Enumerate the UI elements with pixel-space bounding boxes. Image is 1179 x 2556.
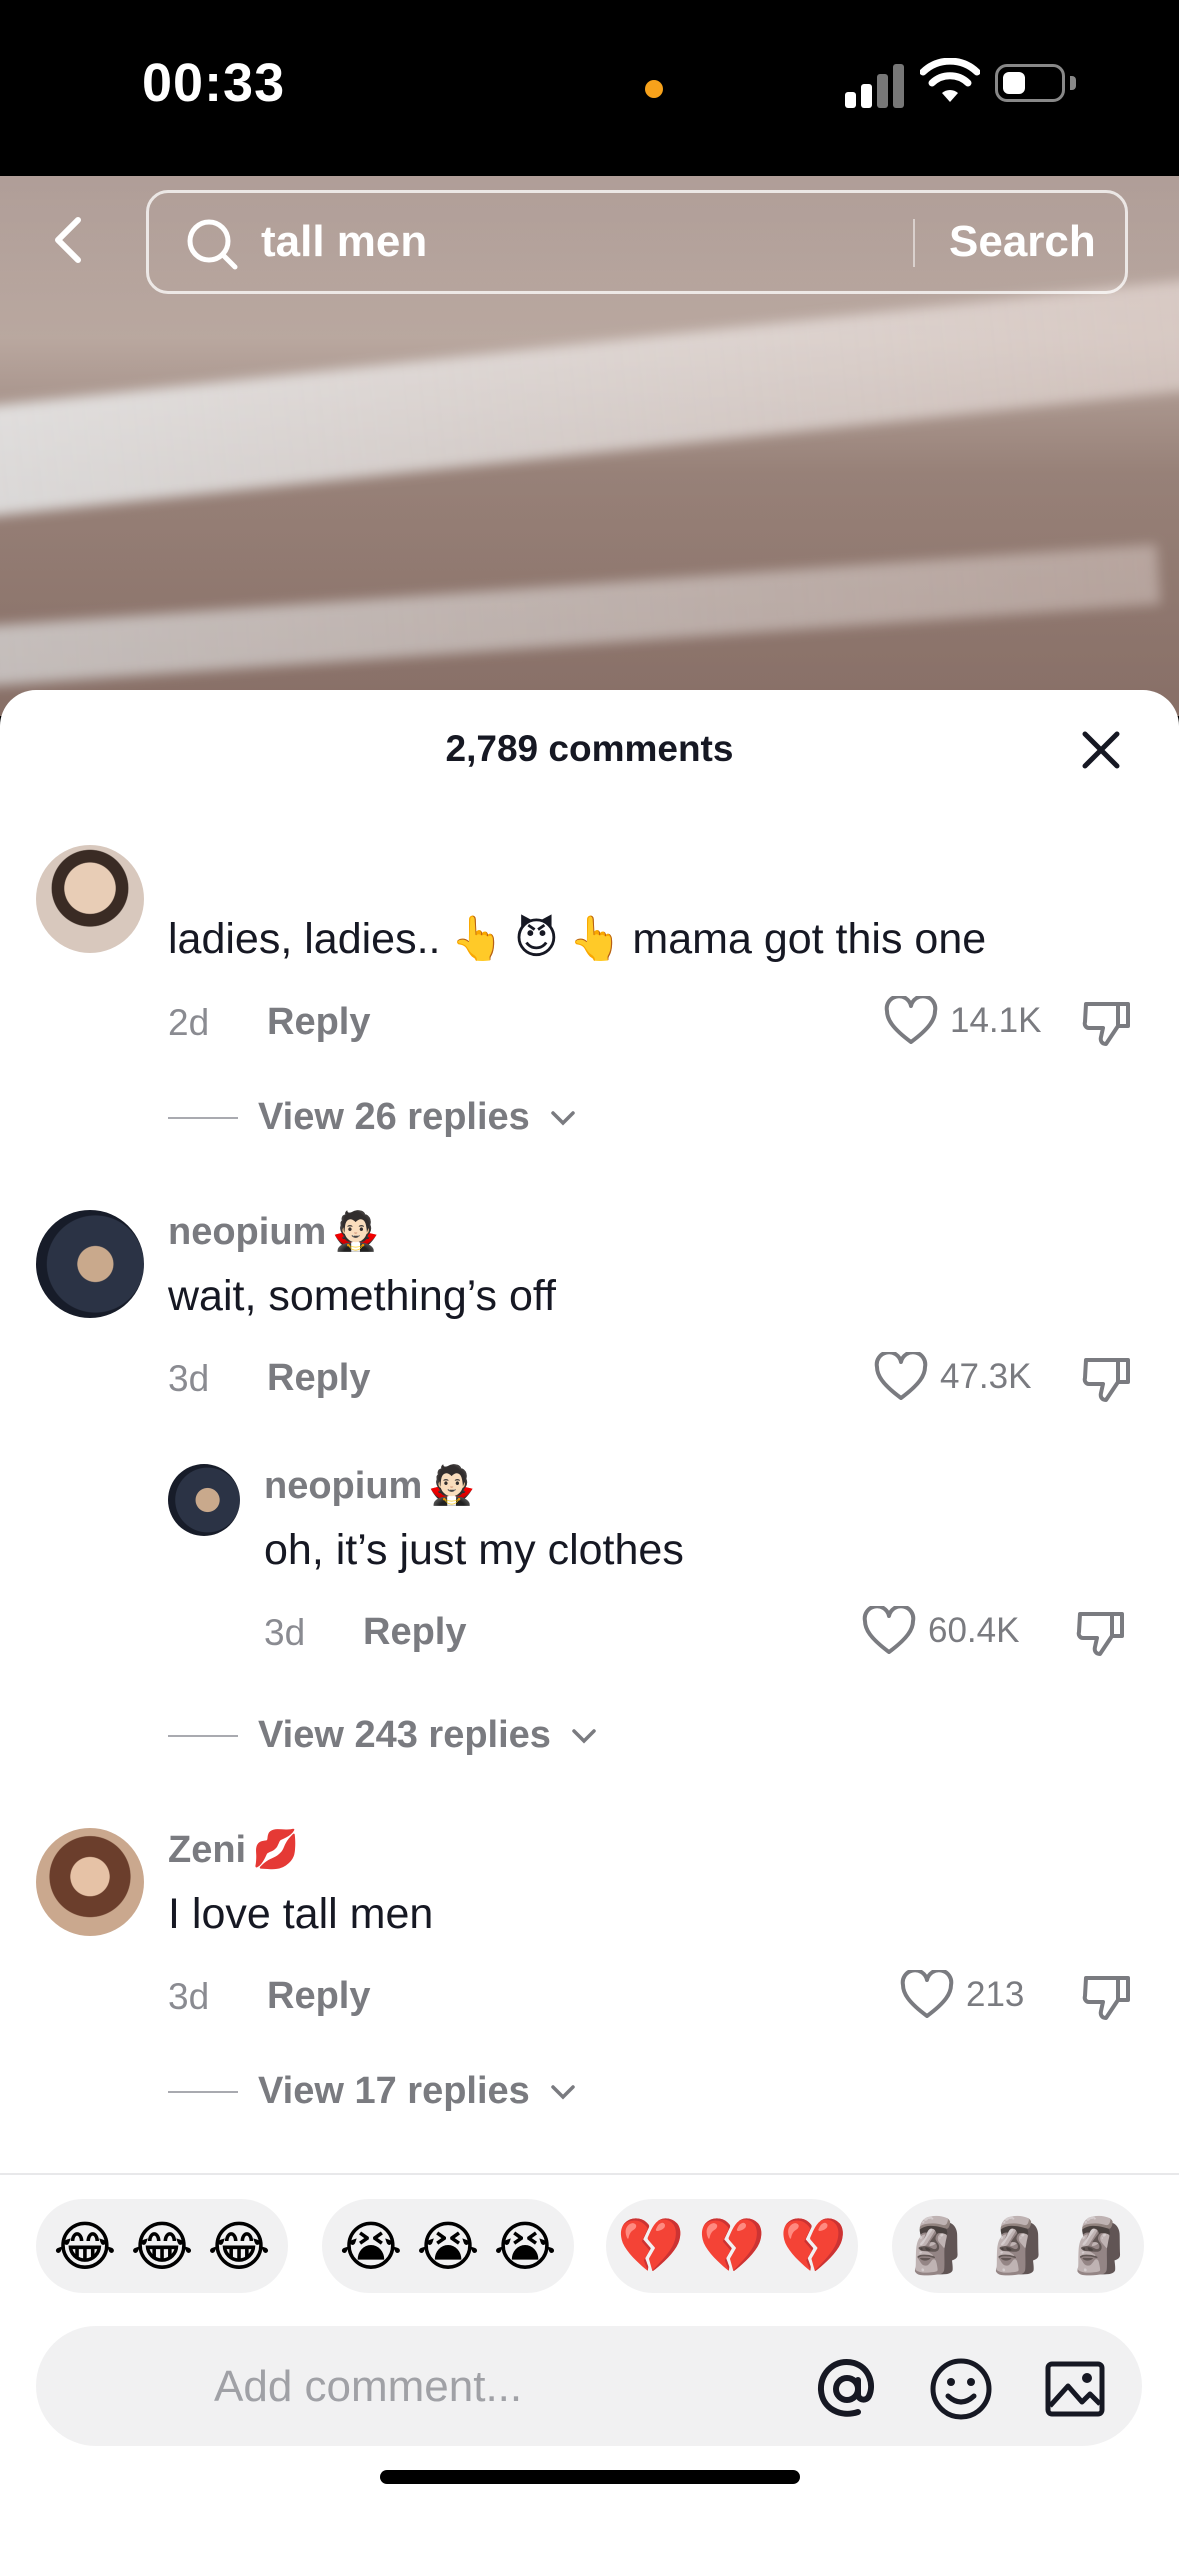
username-text: Zeni	[168, 1828, 247, 1871]
emoji: 🗿	[984, 2215, 1052, 2276]
comment-age: 3d	[168, 1976, 210, 2017]
like-button[interactable]: 14.1K	[884, 996, 1041, 1046]
comment-text: oh, it’s just my clothes	[264, 1526, 684, 1574]
status-time: 00:33	[142, 53, 286, 113]
search-divider	[913, 219, 915, 267]
emoji: 🗿	[903, 2215, 971, 2276]
search-button[interactable]: Search	[949, 217, 1096, 267]
avatar[interactable]	[36, 1210, 144, 1318]
comments-sheet: 2,789 comments ladies, ladies.. 👆 😈 👆 ma…	[0, 690, 1179, 2556]
cellular-signal-icon	[845, 64, 905, 108]
heart-icon	[862, 1606, 916, 1654]
avatar[interactable]	[36, 845, 144, 953]
comment-username[interactable]: neopium 🧛🏻	[264, 1464, 476, 1508]
chevron-down-icon	[572, 1728, 596, 1743]
close-icon[interactable]	[1077, 726, 1125, 774]
dislike-icon[interactable]	[1074, 1606, 1128, 1660]
dislike-icon[interactable]	[1080, 1970, 1134, 2024]
view-replies-label: View 243 replies	[258, 1714, 551, 1756]
wifi-icon	[920, 58, 980, 102]
at-icon[interactable]	[814, 2356, 880, 2422]
input-placeholder: Add comment...	[214, 2362, 523, 2411]
like-count: 47.3K	[940, 1357, 1032, 1396]
emoji: 🗿	[1065, 2215, 1133, 2276]
avatar[interactable]	[36, 1828, 144, 1936]
like-count: 213	[966, 1975, 1025, 2014]
username-text: neopium	[264, 1464, 423, 1507]
username-text: neopium	[168, 1210, 327, 1253]
like-count: 14.1K	[950, 1001, 1042, 1040]
view-replies-button[interactable]: View 243 replies	[168, 1714, 597, 1757]
battery-tip	[1070, 76, 1076, 90]
chevron-down-icon	[551, 2084, 575, 2099]
comment-emoji: 😈	[514, 915, 559, 963]
comment-text: I love tall men	[168, 1890, 434, 1938]
username-emoji: 🧛🏻	[332, 1211, 380, 1253]
emoji: 😂	[53, 2216, 117, 2277]
view-replies-button[interactable]: View 26 replies	[168, 1096, 576, 1139]
emoji: 😂	[207, 2216, 271, 2277]
heart-icon	[874, 1352, 928, 1400]
comment-emoji: 👆	[568, 915, 623, 963]
view-replies-label: View 17 replies	[258, 2070, 530, 2112]
reply-button[interactable]: Reply	[267, 1001, 370, 1044]
emoji: 💔	[698, 2215, 766, 2276]
username-emoji: 🧛🏻	[428, 1465, 476, 1507]
quick-emoji-broken-heart[interactable]: 💔 💔 💔	[606, 2199, 858, 2293]
like-button[interactable]: 213	[900, 1970, 1024, 2020]
comment-age: 2d	[168, 1002, 210, 1043]
privacy-indicator	[645, 80, 663, 98]
comment-text-after: mama got this one	[632, 914, 987, 963]
search-bar[interactable]: tall men Search	[146, 190, 1128, 294]
home-indicator	[380, 2470, 800, 2484]
heart-icon	[900, 1970, 954, 2018]
status-bar: 00:33	[0, 0, 1179, 176]
quick-emoji-moai[interactable]: 🗿 🗿 🗿	[892, 2199, 1144, 2293]
back-icon[interactable]	[38, 210, 98, 270]
view-replies-label: View 26 replies	[258, 1096, 530, 1138]
comment-username[interactable]: neopium 🧛🏻	[168, 1210, 380, 1254]
add-comment-input[interactable]: Add comment...	[36, 2326, 1142, 2446]
emoji: 😭	[493, 2216, 557, 2277]
username-emoji: 💋	[252, 1829, 300, 1871]
heart-icon	[884, 996, 938, 1044]
like-button[interactable]: 60.4K	[862, 1606, 1019, 1656]
like-button[interactable]: 47.3K	[874, 1352, 1031, 1402]
search-icon	[187, 219, 238, 270]
emoji-icon[interactable]	[928, 2356, 994, 2422]
reply-button[interactable]: Reply	[363, 1611, 466, 1654]
comment-age: 3d	[264, 1612, 306, 1653]
dislike-icon[interactable]	[1080, 996, 1134, 1050]
emoji: 💔	[617, 2215, 685, 2276]
comment-text: wait, something’s off	[168, 1272, 557, 1320]
comment-text-before: ladies, ladies..	[168, 914, 441, 963]
search-query[interactable]: tall men	[261, 217, 427, 267]
comment-emoji: 👆	[450, 915, 505, 963]
reply-button[interactable]: Reply	[267, 1357, 370, 1400]
comment-text: ladies, ladies.. 👆 😈 👆 mama got this one	[168, 914, 986, 964]
comment-age: 3d	[168, 1358, 210, 1399]
divider	[0, 2173, 1179, 2175]
comment-username[interactable]: Zeni 💋	[168, 1828, 299, 1872]
avatar[interactable]	[168, 1464, 240, 1536]
emoji: 💔	[779, 2215, 847, 2276]
dislike-icon[interactable]	[1080, 1352, 1134, 1406]
like-count: 60.4K	[928, 1611, 1020, 1650]
battery-icon	[995, 64, 1065, 102]
view-replies-button[interactable]: View 17 replies	[168, 2070, 576, 2113]
comments-count-title: 2,789 comments	[445, 728, 734, 769]
image-icon[interactable]	[1042, 2356, 1108, 2422]
quick-emoji-laugh[interactable]: 😂 😂 😂	[36, 2199, 288, 2293]
chevron-down-icon	[551, 1110, 575, 1125]
quick-emoji-cry[interactable]: 😭 😭 😭	[322, 2199, 574, 2293]
emoji: 😭	[339, 2216, 403, 2277]
emoji: 😂	[130, 2216, 194, 2277]
reply-button[interactable]: Reply	[267, 1975, 370, 2018]
emoji: 😭	[416, 2216, 480, 2277]
